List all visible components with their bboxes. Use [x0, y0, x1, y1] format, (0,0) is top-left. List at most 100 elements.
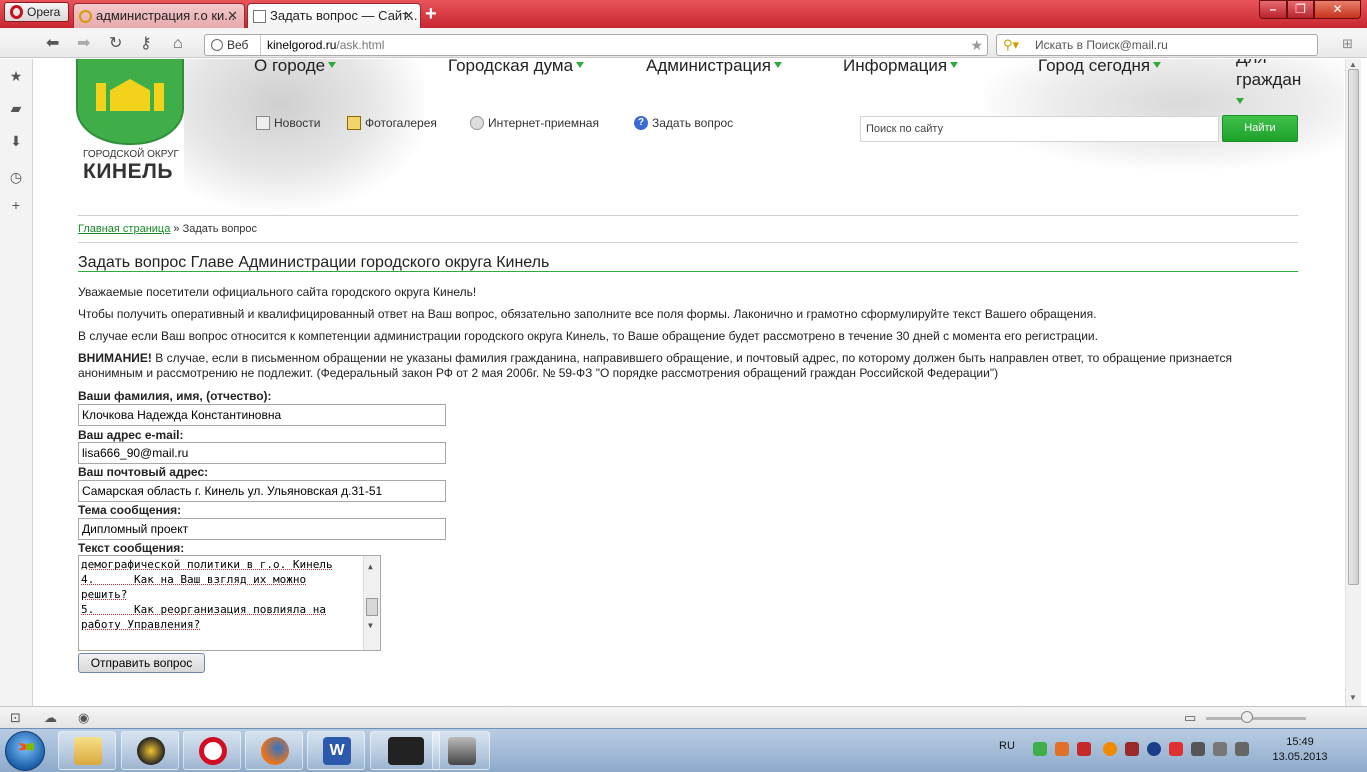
- nav-city-today[interactable]: Город сегодня: [1038, 59, 1162, 76]
- divider-top: [78, 215, 1298, 216]
- tray-sync-icon[interactable]: [1033, 742, 1047, 756]
- nav-information[interactable]: Информация: [843, 59, 959, 76]
- scroll-up-icon[interactable]: ▲: [368, 559, 373, 574]
- subnav-news[interactable]: Новости: [256, 116, 320, 130]
- scroll-up-icon[interactable]: ▲: [1349, 60, 1357, 69]
- subnav-internet-reception[interactable]: Интернет-приемная: [470, 116, 599, 130]
- subject-input[interactable]: Дипломный проект: [78, 518, 446, 540]
- scroll-down-icon[interactable]: ▼: [368, 618, 373, 633]
- taskbar-app-triangle[interactable]: [121, 731, 179, 770]
- tray-app-icon[interactable]: [1055, 742, 1069, 756]
- signal-icon[interactable]: [1213, 742, 1227, 756]
- intro-review-period: В случае если Ваш вопрос относится к ком…: [78, 329, 1098, 343]
- page-scrollbar[interactable]: ▲ ▼: [1345, 59, 1361, 706]
- message-label: Текст сообщения:: [78, 541, 185, 555]
- bookmarks-star-icon[interactable]: ★: [8, 68, 24, 84]
- tab-close-icon[interactable]: ✕: [227, 4, 238, 28]
- panel-toggle-icon[interactable]: ⊡: [10, 710, 21, 726]
- browser-search-box[interactable]: ⚲▾ Искать в Поиск@mail.ru: [996, 34, 1318, 56]
- back-icon[interactable]: ⬅: [46, 34, 59, 54]
- downloads-icon[interactable]: ⬇: [8, 133, 24, 149]
- cloud-icon[interactable]: ☁: [44, 710, 57, 726]
- taskbar-word[interactable]: W: [307, 731, 365, 770]
- forward-icon[interactable]: ➡: [77, 34, 90, 54]
- url-text[interactable]: kinelgorod.ru/ask.html: [267, 35, 384, 55]
- notes-icon[interactable]: ▰: [8, 100, 24, 116]
- system-clock[interactable]: 15:49 13.05.2013: [1270, 735, 1330, 765]
- minimize-icon[interactable]: –: [1259, 0, 1287, 19]
- tab-close-icon[interactable]: ✕: [403, 4, 414, 28]
- subject-label: Тема сообщения:: [78, 503, 182, 517]
- opera-menu-button[interactable]: Opera: [4, 2, 69, 22]
- history-clock-icon[interactable]: ◷: [8, 169, 24, 185]
- photo-gallery-icon: [347, 116, 361, 130]
- message-textarea[interactable]: демографической политики в г.о. Кинель 4…: [78, 555, 381, 651]
- panel-toggle-icon[interactable]: ⊞: [1342, 36, 1353, 52]
- web-page: ГОРОДСКОЙ ОКРУГ КИНЕЛЬ О городе Городска…: [34, 59, 1344, 706]
- dropdown-triangle-icon: [950, 62, 959, 68]
- email-input[interactable]: lisa666_90@mail.ru: [78, 442, 446, 464]
- warning-paragraph: ВНИМАНИЕ! В случае, если в письменном об…: [78, 351, 1233, 380]
- taskbar-printer[interactable]: [370, 731, 440, 770]
- subnav-ask-question[interactable]: ? Задать вопрос: [634, 116, 733, 130]
- taskbar-scanner[interactable]: [432, 731, 490, 770]
- start-button[interactable]: [5, 731, 45, 771]
- subnav-gallery[interactable]: Фотогалерея: [347, 116, 437, 130]
- folder-icon: [74, 737, 102, 765]
- postal-address-input[interactable]: Самарская область г. Кинель ул. Ульяновс…: [78, 480, 446, 502]
- taskbar-explorer[interactable]: [58, 731, 116, 770]
- nav-for-citizens[interactable]: Для граждан: [1236, 59, 1310, 113]
- page-scroll-thumb[interactable]: [1348, 69, 1359, 585]
- tab-ask-question[interactable]: Задать вопрос — Сайт... ✕: [247, 3, 421, 30]
- city-coat-of-arms-icon[interactable]: [78, 59, 182, 143]
- volume-icon[interactable]: [1235, 742, 1249, 756]
- maximize-icon[interactable]: ❐: [1287, 0, 1314, 19]
- window-controls: – ❐ ✕: [1259, 0, 1361, 20]
- nav-administration[interactable]: Администрация: [646, 59, 782, 76]
- submit-question-button[interactable]: Отправить вопрос: [78, 653, 205, 673]
- nav-city-duma[interactable]: Городская дума: [448, 59, 585, 76]
- close-icon[interactable]: ✕: [1314, 0, 1361, 19]
- textarea-scrollbar[interactable]: ▲ ▼: [363, 556, 380, 650]
- bookmark-star-icon[interactable]: ★: [970, 36, 983, 54]
- address-mode[interactable]: Веб: [205, 35, 261, 55]
- taskbar-opera[interactable]: [183, 731, 241, 770]
- name-input[interactable]: Клочкова Надежда Константиновна: [78, 404, 446, 426]
- language-indicator[interactable]: RU: [999, 740, 1015, 752]
- site-search-input[interactable]: Поиск по сайту: [860, 116, 1219, 142]
- taskbar-firefox[interactable]: [245, 731, 303, 770]
- tab-administration[interactable]: администрация г.о ки... ✕: [73, 3, 245, 30]
- windows-taskbar: W RU 15:49 13.05.2013: [0, 728, 1367, 772]
- tray-mail-icon[interactable]: [1103, 742, 1117, 756]
- zoom-slider[interactable]: [1206, 717, 1306, 720]
- logo-title[interactable]: КИНЕЛЬ: [83, 160, 173, 184]
- email-label: Ваш адрес e-mail:: [78, 428, 184, 442]
- name-label: Ваши фамилия, имя, (отчество):: [78, 389, 272, 403]
- site-search-button[interactable]: Найти: [1222, 115, 1298, 142]
- textarea-scroll-thumb[interactable]: [366, 598, 378, 616]
- speed-dial-icon[interactable]: ◉: [78, 710, 89, 726]
- action-center-flag-icon[interactable]: [1169, 742, 1183, 756]
- scroll-down-icon[interactable]: ▼: [1349, 693, 1357, 702]
- view-icon[interactable]: ▭: [1184, 710, 1196, 726]
- reload-icon[interactable]: ↻: [109, 34, 122, 54]
- system-tray: RU 15:49 13.05.2013: [995, 729, 1367, 772]
- header-photo-left: [184, 59, 424, 209]
- word-icon: W: [323, 737, 351, 765]
- network-icon[interactable]: [1191, 742, 1205, 756]
- key-icon[interactable]: ⚷: [140, 34, 152, 54]
- bluetooth-icon[interactable]: [1147, 742, 1161, 756]
- address-bar[interactable]: Веб kinelgorod.ru/ask.html ★: [204, 34, 988, 56]
- breadcrumb-current: Задать вопрос: [182, 223, 258, 235]
- new-tab-button[interactable]: +: [425, 3, 437, 25]
- breadcrumb-home-link[interactable]: Главная страница: [78, 223, 170, 235]
- zoom-slider-knob[interactable]: [1241, 711, 1253, 723]
- dropdown-triangle-icon: [576, 62, 585, 68]
- nav-about-city[interactable]: О городе: [254, 59, 337, 76]
- opera-logo-icon: [10, 5, 23, 19]
- tray-tool-icon[interactable]: [1125, 742, 1139, 756]
- home-icon[interactable]: ⌂: [173, 34, 183, 54]
- tray-antivirus-icon[interactable]: [1077, 742, 1091, 756]
- add-panel-icon[interactable]: +: [8, 197, 24, 213]
- search-engine-icon[interactable]: ⚲▾: [1003, 37, 1019, 53]
